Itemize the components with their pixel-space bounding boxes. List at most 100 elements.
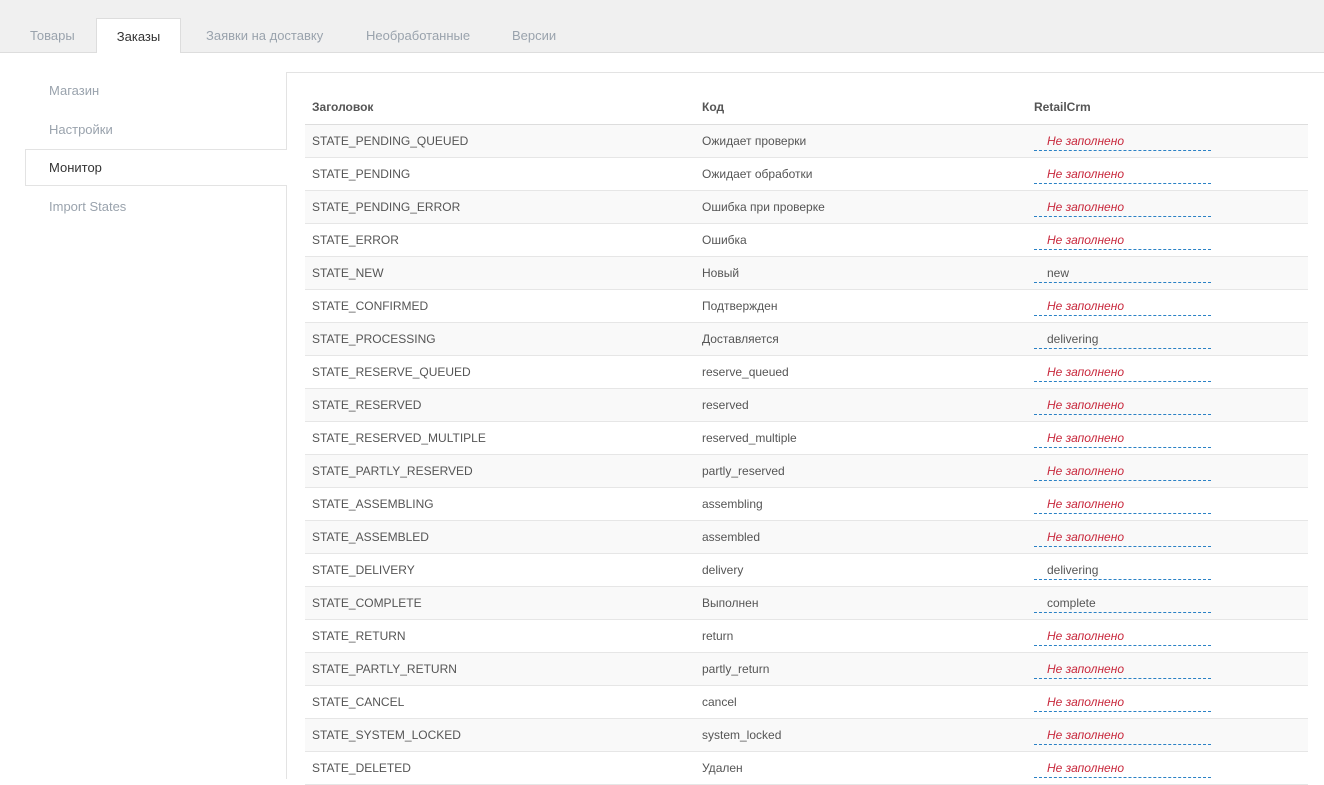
retailcrm-status-link[interactable]: new — [1034, 266, 1211, 283]
state-code-cell: delivery — [695, 553, 1027, 587]
retailcrm-cell: Не заполнено — [1027, 190, 1308, 224]
table-row: STATE_NEW Новый new — [305, 256, 1308, 290]
state-title-cell: STATE_ASSEMBLING — [305, 487, 695, 521]
retailcrm-status-link[interactable]: Не заполнено — [1034, 365, 1211, 382]
sidebar-item-shop[interactable]: Магазин — [49, 83, 99, 98]
sidebar-item-settings[interactable]: Настройки — [49, 122, 113, 137]
retailcrm-status-link[interactable]: delivering — [1034, 563, 1211, 580]
retailcrm-status-link[interactable]: Не заполнено — [1034, 695, 1211, 712]
tab-unprocessed[interactable]: Необработанные — [366, 18, 470, 54]
state-title-cell: STATE_RETURN — [305, 619, 695, 653]
state-code-cell: Удален — [695, 751, 1027, 785]
retailcrm-cell: delivering — [1027, 553, 1308, 587]
retailcrm-cell: complete — [1027, 586, 1308, 620]
retailcrm-cell: new — [1027, 256, 1308, 290]
state-title-cell: STATE_RESERVE_QUEUED — [305, 355, 695, 389]
state-code-cell: Ожидает проверки — [695, 124, 1027, 158]
retailcrm-status-link[interactable]: Не заполнено — [1034, 200, 1211, 217]
retailcrm-cell: Не заполнено — [1027, 454, 1308, 488]
table-row: STATE_RESERVE_QUEUED reserve_queued Не зап… — [305, 355, 1308, 389]
state-code-cell: partly_return — [695, 652, 1027, 686]
column-header-code: Код — [695, 91, 1027, 125]
table-row: STATE_RESERVED_MULTIPLE reserved_multiple… — [305, 421, 1308, 455]
retailcrm-status-link[interactable]: Не заполнено — [1034, 134, 1211, 151]
retailcrm-status-link[interactable]: Не заполнено — [1034, 629, 1211, 646]
retailcrm-cell: Не заполнено — [1027, 685, 1308, 719]
state-title-cell: STATE_NEW — [305, 256, 695, 290]
sidebar-item-monitor[interactable]: Монитор — [25, 149, 287, 186]
tab-delivery-requests[interactable]: Заявки на доставку — [206, 18, 323, 54]
tab-bar: Товары Заказы Заявки на доставку Необраб… — [0, 0, 1324, 54]
table-row: STATE_PENDING Ожидает обработки Не заполне… — [305, 157, 1308, 191]
table-row: STATE_SYSTEM_LOCKED system_locked Не запол… — [305, 718, 1308, 752]
tab-orders[interactable]: Заказы — [96, 18, 181, 54]
tab-products[interactable]: Товары — [30, 18, 75, 54]
state-code-cell: Ошибка — [695, 223, 1027, 257]
states-table: Заголовок Код RetailCrm STATE_PENDING_QU… — [305, 91, 1308, 785]
tab-versions[interactable]: Версии — [512, 18, 556, 54]
state-title-cell: STATE_PROCESSING — [305, 322, 695, 356]
retailcrm-cell: Не заполнено — [1027, 520, 1308, 554]
state-title-cell: STATE_PENDING — [305, 157, 695, 191]
retailcrm-status-link[interactable]: Не заполнено — [1034, 464, 1211, 481]
retailcrm-status-link[interactable]: Не заполнено — [1034, 398, 1211, 415]
table-row: STATE_DELIVERY delivery delivering — [305, 553, 1308, 587]
retailcrm-status-link[interactable]: Не заполнено — [1034, 299, 1211, 316]
retailcrm-cell: delivering — [1027, 322, 1308, 356]
state-title-cell: STATE_DELETED — [305, 751, 695, 785]
table-row: STATE_PARTLY_RESERVED partly_reserved Не з… — [305, 454, 1308, 488]
retailcrm-cell: Не заполнено — [1027, 718, 1308, 752]
table-row: STATE_CANCEL cancel Не заполнено — [305, 685, 1308, 719]
retailcrm-status-link[interactable]: Не заполнено — [1034, 497, 1211, 514]
retailcrm-status-link[interactable]: Не заполнено — [1034, 167, 1211, 184]
table-row: STATE_PROCESSING Доставляется delivering — [305, 322, 1308, 356]
sidebar-item-label: Монитор — [49, 160, 102, 175]
state-code-cell: cancel — [695, 685, 1027, 719]
retailcrm-status-link[interactable]: Не заполнено — [1034, 662, 1211, 679]
state-title-cell: STATE_ASSEMBLED — [305, 520, 695, 554]
retailcrm-status-link[interactable]: delivering — [1034, 332, 1211, 349]
column-header-title: Заголовок — [305, 91, 695, 125]
state-title-cell: STATE_PARTLY_RESERVED — [305, 454, 695, 488]
retailcrm-cell: Не заполнено — [1027, 652, 1308, 686]
state-title-cell: STATE_COMPLETE — [305, 586, 695, 620]
retailcrm-cell: Не заполнено — [1027, 355, 1308, 389]
table-row: STATE_ASSEMBLED assembled Не заполнено — [305, 520, 1308, 554]
retailcrm-status-link[interactable]: Не заполнено — [1034, 233, 1211, 250]
retailcrm-status-link[interactable]: Не заполнено — [1034, 761, 1211, 778]
retailcrm-status-link[interactable]: Не заполнено — [1034, 530, 1211, 547]
state-code-cell: Доставляется — [695, 322, 1027, 356]
sidebar-item-import-states[interactable]: Import States — [49, 199, 126, 214]
retailcrm-cell: Не заполнено — [1027, 157, 1308, 191]
state-title-cell: STATE_RESERVED_MULTIPLE — [305, 421, 695, 455]
retailcrm-cell: Не заполнено — [1027, 487, 1308, 521]
state-title-cell: STATE_RESERVED — [305, 388, 695, 422]
state-code-cell: reserved_multiple — [695, 421, 1027, 455]
table-row: STATE_PARTLY_RETURN partly_return Не запол… — [305, 652, 1308, 686]
state-code-cell: Выполнен — [695, 586, 1027, 620]
retailcrm-status-link[interactable]: Не заполнено — [1034, 431, 1211, 448]
retailcrm-status-link[interactable]: complete — [1034, 596, 1211, 613]
state-code-cell: system_locked — [695, 718, 1027, 752]
column-header-retailcrm: RetailCrm — [1027, 91, 1308, 125]
state-code-cell: partly_reserved — [695, 454, 1027, 488]
retailcrm-cell: Не заполнено — [1027, 223, 1308, 257]
table-body: STATE_PENDING_QUEUED Ожидает проверки Не з… — [305, 124, 1308, 785]
state-code-cell: Ожидает обработки — [695, 157, 1027, 191]
state-title-cell: STATE_ERROR — [305, 223, 695, 257]
retailcrm-cell: Не заполнено — [1027, 289, 1308, 323]
table-row: STATE_PENDING_QUEUED Ожидает проверки Не з… — [305, 124, 1308, 158]
table-row: STATE_ASSEMBLING assembling Не заполнено — [305, 487, 1308, 521]
retailcrm-cell: Не заполнено — [1027, 124, 1308, 158]
table-row: STATE_ERROR Ошибка Не заполнено — [305, 223, 1308, 257]
table-row: STATE_DELETED Удален Не заполнено — [305, 751, 1308, 785]
state-code-cell: assembled — [695, 520, 1027, 554]
table-header-row: Заголовок Код RetailCrm — [305, 91, 1308, 125]
table-row: STATE_CONFIRMED Подтвержден Не заполнено — [305, 289, 1308, 323]
state-code-cell: Подтвержден — [695, 289, 1027, 323]
table-row: STATE_RETURN return Не заполнено — [305, 619, 1308, 653]
retailcrm-cell: Не заполнено — [1027, 421, 1308, 455]
state-code-cell: Ошибка при проверке — [695, 190, 1027, 224]
state-code-cell: reserve_queued — [695, 355, 1027, 389]
retailcrm-status-link[interactable]: Не заполнено — [1034, 728, 1211, 745]
